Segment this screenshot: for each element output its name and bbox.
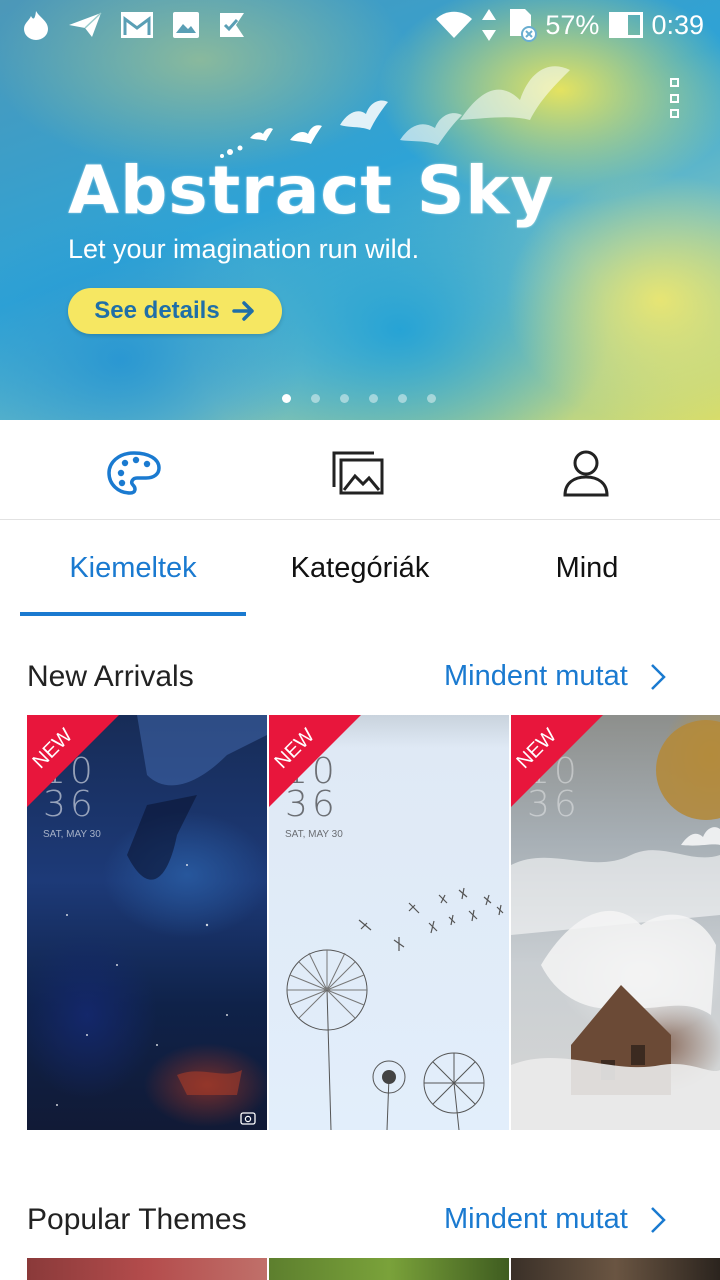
show-all-label: Mindent mutat — [444, 1203, 628, 1235]
carousel-dot[interactable] — [282, 394, 291, 403]
gmail-icon — [121, 12, 153, 38]
menu-dot — [669, 78, 679, 87]
active-tab-indicator — [20, 612, 246, 616]
carousel-dot[interactable] — [311, 394, 320, 403]
tab-kiemeltek[interactable]: Kiemeltek — [20, 520, 246, 616]
battery-icon — [609, 12, 644, 38]
camera-icon — [240, 1112, 256, 1125]
new-badge: NEW — [269, 715, 361, 807]
user-icon — [563, 450, 609, 497]
popular-theme-card[interactable] — [27, 1258, 267, 1280]
carousel-dot[interactable] — [427, 394, 436, 403]
theme-card-dark-space[interactable]: 10 36 SAT, MAY 30 NEW — [27, 715, 267, 1130]
see-details-label: See details — [94, 297, 220, 324]
lockscreen-date: SAT, MAY 30 — [43, 829, 101, 840]
image-icon — [173, 12, 199, 38]
battery-percent: 57% — [545, 9, 600, 40]
menu-dot — [669, 93, 679, 103]
carousel-dot[interactable] — [340, 394, 349, 403]
wifi-icon — [436, 11, 473, 38]
chevron-right-icon — [650, 663, 666, 690]
menu-dot — [669, 109, 679, 118]
sd-card-icon — [510, 9, 538, 42]
check-flag-icon — [220, 13, 244, 37]
new-badge: NEW — [511, 715, 603, 807]
popular-theme-card[interactable] — [269, 1258, 509, 1280]
featured-banner[interactable]: 57% 0:39 Abstract Sky Let your imaginati… — [0, 0, 720, 420]
send-icon — [69, 12, 102, 37]
tab-kategoriak[interactable]: Kategóriák — [246, 520, 474, 616]
see-details-button[interactable]: See details — [68, 288, 282, 334]
popular-themes-show-all[interactable]: Mindent mutat — [444, 1203, 666, 1236]
carousel-indicator — [282, 394, 436, 403]
lockscreen-date: SAT, MAY 30 — [285, 829, 343, 840]
data-arrows-icon — [482, 9, 497, 41]
profile-nav-button[interactable] — [558, 448, 614, 498]
carousel-dot[interactable] — [369, 394, 378, 403]
banner-title: Abstract Sky — [68, 152, 555, 229]
category-tabs: Kiemeltek Kategóriák Mind — [0, 520, 720, 616]
themes-nav-button[interactable] — [106, 448, 162, 498]
new-arrivals-title: New Arrivals — [27, 660, 194, 693]
section-switcher — [0, 420, 720, 520]
wallpapers-icon — [332, 451, 384, 495]
flame-icon — [24, 11, 48, 40]
chevron-right-icon — [650, 1206, 666, 1233]
tab-mind[interactable]: Mind — [474, 520, 700, 616]
palette-icon — [107, 451, 161, 495]
arrow-right-icon — [231, 301, 254, 321]
notification-icons — [22, 10, 246, 40]
theme-store-screen: 57% 0:39 Abstract Sky Let your imaginati… — [0, 0, 720, 1280]
banner-subtitle: Let your imagination run wild. — [68, 234, 420, 264]
clock: 0:39 — [651, 9, 704, 40]
new-arrivals-show-all[interactable]: Mindent mutat — [444, 660, 666, 693]
battery-level — [612, 15, 629, 35]
new-badge: NEW — [27, 715, 119, 807]
popular-theme-card[interactable] — [511, 1258, 720, 1280]
popular-themes-title: Popular Themes — [27, 1203, 247, 1236]
show-all-label: Mindent mutat — [444, 660, 628, 692]
carousel-dot[interactable] — [398, 394, 407, 403]
overflow-menu-button[interactable] — [664, 78, 684, 118]
theme-card-angel-house[interactable]: 10 36 NEW — [511, 715, 720, 1130]
birds-illustration — [220, 66, 570, 158]
system-icons: 57% 0:39 — [435, 8, 704, 42]
wallpapers-nav-button[interactable] — [330, 448, 386, 498]
theme-card-dandelion[interactable]: 10 36 SAT, MAY 30 NEW — [269, 715, 509, 1130]
